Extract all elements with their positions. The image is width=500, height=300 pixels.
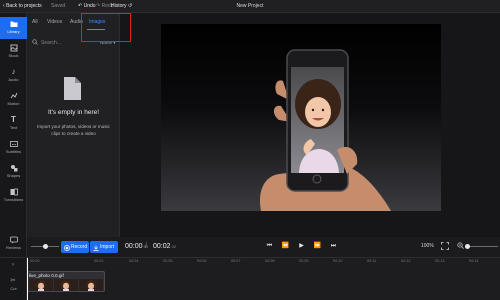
tab-all[interactable]: All: [32, 19, 38, 25]
rail-label-motion: Motion: [7, 101, 20, 106]
rail-item-library[interactable]: Library: [0, 17, 27, 39]
ruler-tick: 00:07: [231, 259, 241, 263]
ruler-tick: 00:04: [129, 259, 139, 263]
record-label: Record: [71, 244, 88, 250]
rail-label-text: Text: [9, 125, 18, 130]
rail-label-reviews: Reviews: [5, 245, 22, 250]
rail-label-shapes: Shapes: [6, 173, 21, 178]
text-icon: T: [11, 115, 16, 124]
play-icon[interactable]: ▶: [297, 242, 306, 251]
rail-label-subtitles: Subtitles: [5, 149, 22, 154]
timeline-side-panel: › ✂ Cut: [0, 258, 27, 300]
cut-label: Cut: [10, 286, 17, 291]
total-time-frames: 02: [171, 244, 177, 249]
timeline-clip[interactable]: live_photo 0.0.gif: [27, 271, 105, 292]
skip-to-start-icon[interactable]: ⏮: [265, 242, 274, 251]
ruler-tick: 00:14: [469, 259, 479, 263]
rail-item-subtitles[interactable]: Subtitles: [0, 137, 27, 159]
timeline-zoom-knob[interactable]: [465, 244, 470, 249]
import-icon: [93, 244, 99, 251]
rail-item-motion[interactable]: Motion: [0, 89, 27, 111]
timeline-ruler[interactable]: 00:00 00:02 00:04 00:05 00:06 00:07 00:0…: [27, 258, 500, 267]
empty-document-icon: [64, 77, 81, 100]
ruler-tick: 00:12: [401, 259, 411, 263]
playback-controls: Record Import 00:00 00 / 00:02 02 ⏮ ⏪ ▶ …: [27, 237, 500, 257]
clip-label: live_photo 0.0.gif: [29, 273, 64, 278]
import-label: Import: [100, 244, 115, 250]
ruler-tick: 00:08: [265, 259, 275, 263]
cut-icon[interactable]: ✂: [9, 277, 17, 285]
ruler-tick: 00:09: [299, 259, 309, 263]
rail-item-reviews[interactable]: Reviews: [0, 233, 27, 255]
fast-forward-icon[interactable]: ⏩: [313, 242, 322, 251]
total-time-value: 00:02: [153, 243, 171, 250]
rail-item-shapes[interactable]: Shapes: [0, 161, 27, 183]
top-bar: ‹ Back to projects Saved ↶ Undo ↷ Redo H…: [0, 0, 500, 13]
thumbnail-size-slider[interactable]: [31, 244, 59, 249]
rail-item-text[interactable]: T Text: [0, 113, 27, 135]
rail-item-audio[interactable]: ♪ Audio: [0, 65, 27, 87]
folder-icon: [10, 20, 18, 28]
slider-knob[interactable]: [43, 244, 48, 249]
timeline-zoom-slider[interactable]: [465, 244, 498, 249]
rail-label-transitions: Transitions: [3, 197, 24, 202]
project-title: New Project: [236, 3, 264, 9]
import-button[interactable]: Import: [90, 241, 118, 253]
clip-thumbnail: [29, 279, 53, 291]
ruler-tick: 00:10: [333, 259, 343, 263]
motion-icon: [10, 92, 18, 100]
skip-to-end-icon[interactable]: ⏭: [329, 242, 338, 251]
shapes-icon: [10, 164, 18, 172]
library-panel: All Videos Audio Images Name ▾ It's empt…: [27, 13, 120, 245]
empty-state-subtitle: Import your photos, videos or music clip…: [37, 124, 110, 136]
video-preview[interactable]: [161, 24, 441, 211]
preview-frame: [161, 24, 441, 211]
clip-thumbnail: [79, 279, 103, 291]
rail-label-stock: Stock: [8, 53, 19, 58]
rail-label-library: Library: [7, 29, 20, 34]
timeline: › ✂ Cut 00:00 00:02 00:04 00:05 00:06 00…: [0, 257, 500, 300]
ruler-tick: 00:00: [30, 259, 40, 263]
rewind-icon[interactable]: ⏪: [281, 242, 290, 251]
empty-state-title: It's empty in here!: [47, 109, 100, 116]
time-separator: /: [145, 243, 147, 250]
playhead[interactable]: [27, 258, 28, 300]
stock-icon: [10, 44, 18, 52]
ruler-tick: 00:06: [197, 259, 207, 263]
ruler-tick: 00:05: [163, 259, 173, 263]
reviews-icon: [9, 236, 18, 244]
rail-item-stock[interactable]: Stock: [0, 41, 27, 63]
expand-chevron-icon[interactable]: ›: [9, 262, 17, 270]
total-time: 00:02 02: [153, 243, 176, 250]
record-icon: [64, 244, 70, 251]
music-icon: ♪: [11, 67, 16, 76]
clip-thumbnail: [54, 279, 78, 291]
record-button[interactable]: Record: [61, 241, 89, 253]
fullscreen-icon[interactable]: [441, 242, 449, 250]
transitions-icon: [10, 188, 18, 196]
ruler-tick: 00:11: [367, 259, 377, 263]
rail-label-audio: Audio: [8, 77, 19, 82]
ruler-tick: 00:02: [94, 259, 104, 263]
tab-videos[interactable]: Videos: [47, 19, 62, 25]
current-time-value: 00:00: [125, 243, 143, 250]
zoom-level[interactable]: 100%: [421, 243, 434, 249]
zoom-out-icon[interactable]: [457, 242, 464, 249]
subtitles-icon: [9, 140, 18, 148]
rail-item-transitions[interactable]: Transitions: [0, 185, 27, 207]
ruler-tick: 00:13: [435, 259, 445, 263]
annotation-highlight-box: [81, 13, 131, 42]
